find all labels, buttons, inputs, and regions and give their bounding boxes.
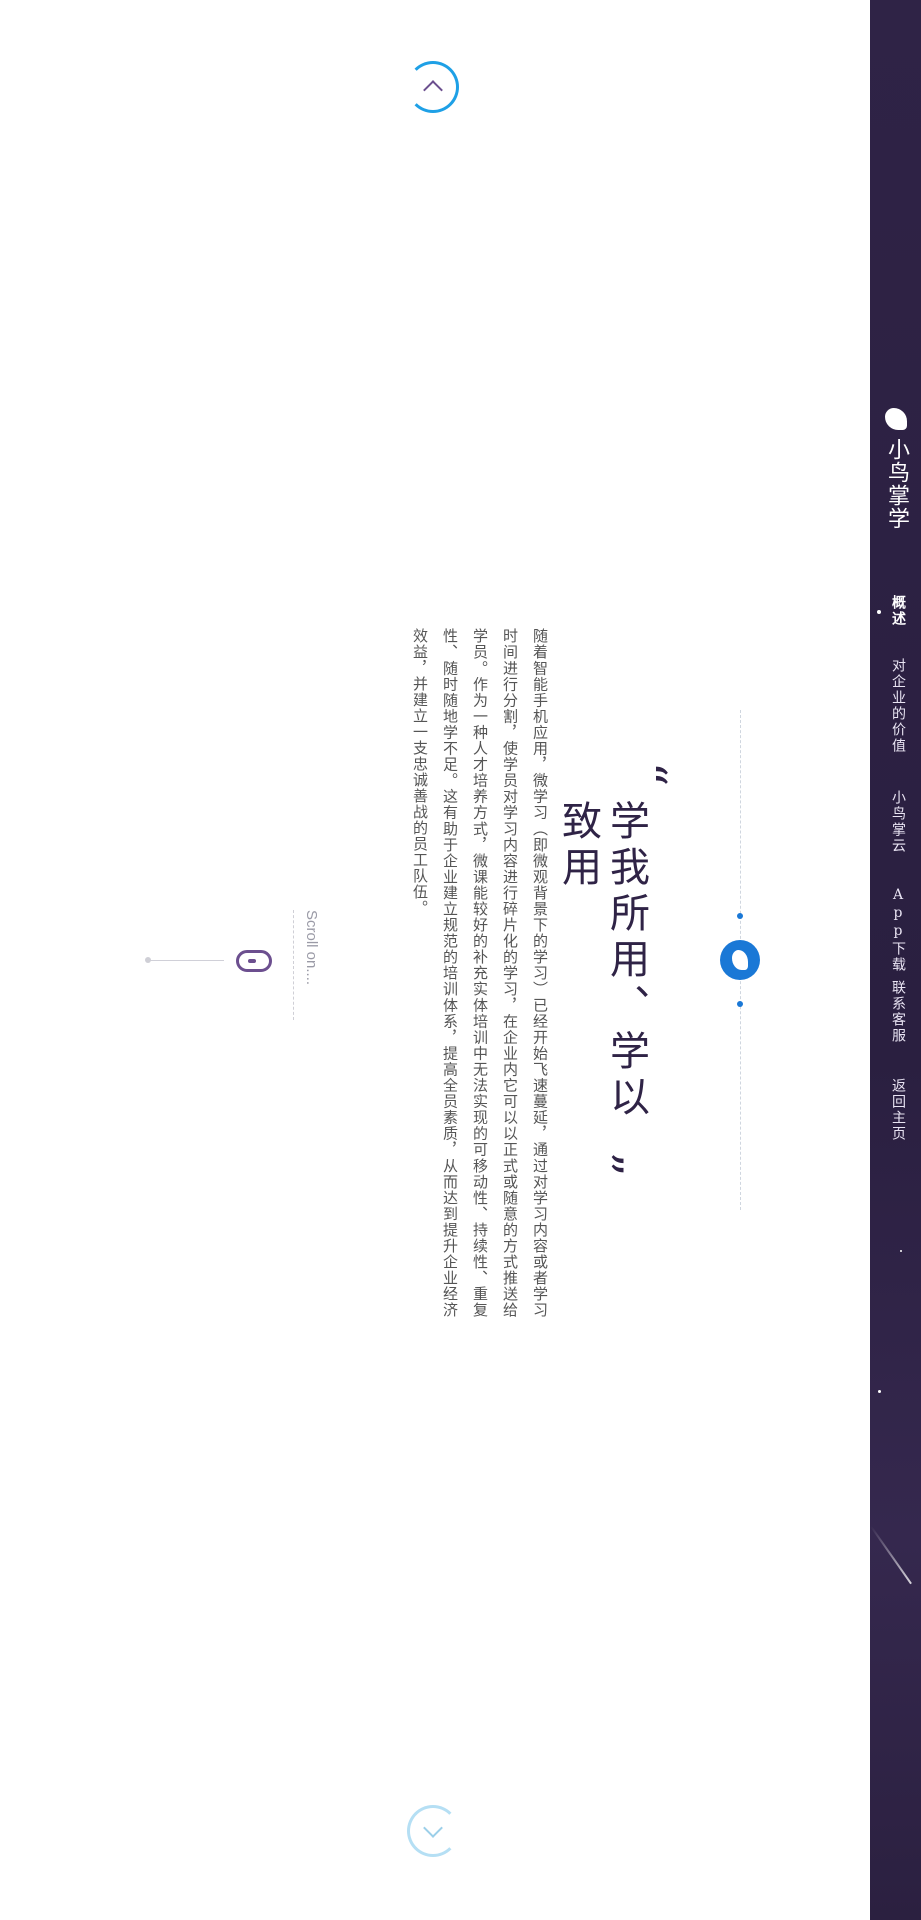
scroll-hint-line: [148, 960, 224, 961]
brand-logo[interactable]: 小鸟掌学: [878, 408, 914, 548]
brand-name: 小鸟掌学: [884, 438, 909, 530]
divider-dot: [737, 1001, 743, 1007]
chevron-down-icon: [423, 1818, 443, 1838]
nav-item-contact-support[interactable]: 联系客服: [883, 980, 909, 1044]
star-decoration: [878, 1390, 881, 1393]
hero-description: 随着智能手机应用，微学习（即微观背景下的学习）已经开始飞速蔓延，通过对学习内容或…: [411, 628, 549, 1318]
chevron-up-icon: [423, 80, 443, 100]
quote-open-mark: “: [620, 761, 677, 787]
bird-logo-icon: [885, 408, 907, 430]
hero-headline: 学我所用、学以致用: [555, 800, 649, 1122]
scroll-hint-dot: [145, 957, 151, 963]
scroll-up-button[interactable]: [407, 61, 459, 113]
nav-item-overview[interactable]: 概述: [883, 595, 909, 627]
scroll-down-button[interactable]: [407, 1805, 459, 1857]
mouse-icon: [236, 950, 272, 972]
nav-item-cloud[interactable]: 小鸟掌云: [883, 790, 909, 854]
mouse-wheel: [248, 959, 256, 963]
active-nav-indicator: [877, 610, 881, 614]
nav-item-enterprise-value[interactable]: 对企业的价值: [883, 658, 909, 754]
emblem-badge: [720, 940, 760, 980]
quote-close-mark: ”: [576, 1151, 633, 1177]
nav-item-app-download[interactable]: App下载: [883, 887, 909, 973]
bird-emblem-icon: [732, 950, 748, 970]
divider-dot: [737, 913, 743, 919]
star-decoration: [900, 1250, 902, 1252]
scroll-hint-text: Scroll on....: [293, 910, 320, 1020]
nav-item-back-home[interactable]: 返回主页: [883, 1078, 909, 1142]
